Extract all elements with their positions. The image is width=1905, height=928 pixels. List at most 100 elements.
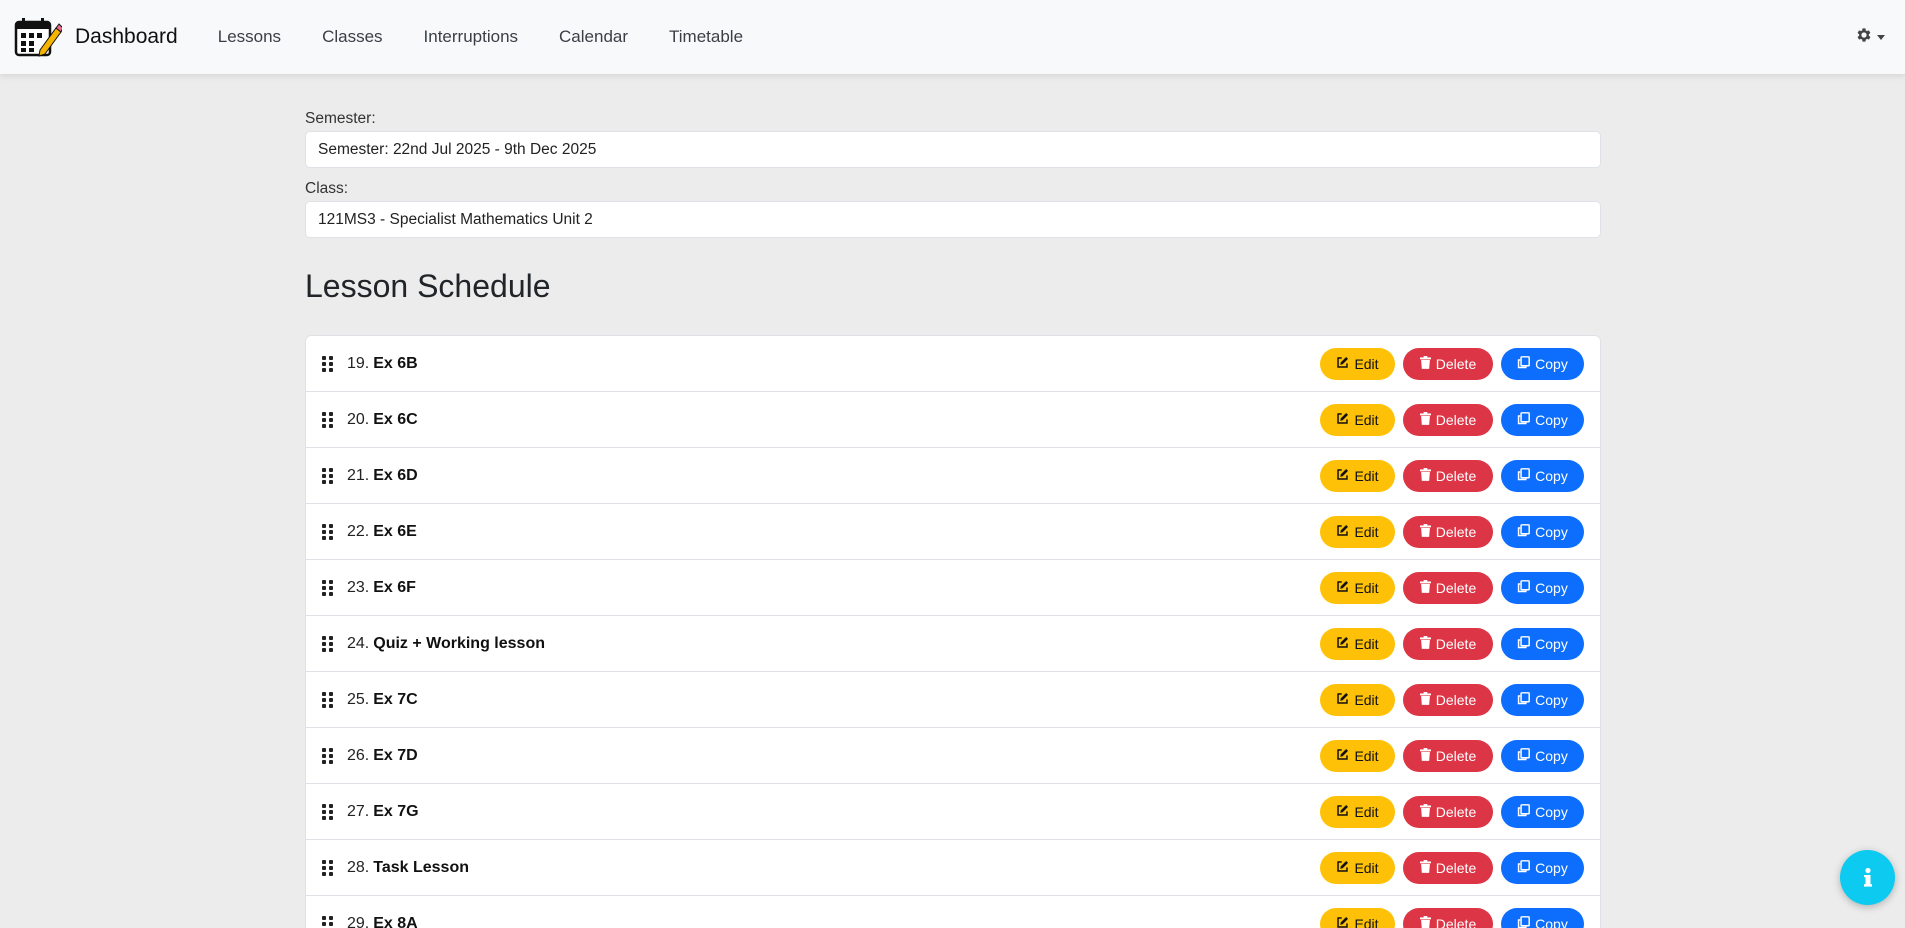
lesson-actions: Edit Delete Copy xyxy=(1312,572,1584,604)
class-select[interactable]: 121MS3 - Specialist Mathematics Unit 2 xyxy=(305,201,1601,238)
edit-button[interactable]: Edit xyxy=(1320,516,1395,548)
copy-label: Copy xyxy=(1535,748,1568,764)
lesson-number: 24. xyxy=(347,634,370,652)
lesson-row[interactable]: 22. Ex 6E Edit Delete Copy xyxy=(306,504,1600,560)
lesson-row[interactable]: 20. Ex 6C Edit Delete Copy xyxy=(306,392,1600,448)
edit-button[interactable]: Edit xyxy=(1320,348,1395,380)
edit-button[interactable]: Edit xyxy=(1320,796,1395,828)
copy-button[interactable]: Copy xyxy=(1501,628,1584,660)
lesson-name: Ex 6D xyxy=(373,466,418,484)
nav-lessons[interactable]: Lessons xyxy=(218,27,281,47)
lesson-name: Ex 6C xyxy=(373,410,418,428)
pencil-square-icon xyxy=(1336,468,1349,484)
lesson-row[interactable]: 26. Ex 7D Edit Delete Copy xyxy=(306,728,1600,784)
lesson-row[interactable]: 28. Task Lesson Edit Delete Copy xyxy=(306,840,1600,896)
delete-button[interactable]: Delete xyxy=(1403,908,1493,928)
edit-button[interactable]: Edit xyxy=(1320,852,1395,884)
edit-button[interactable]: Edit xyxy=(1320,404,1395,436)
trash-icon xyxy=(1419,412,1431,428)
gear-icon xyxy=(1855,26,1873,49)
settings-dropdown[interactable] xyxy=(1855,26,1885,49)
lesson-row[interactable]: 19. Ex 6B Edit Delete Copy xyxy=(306,336,1600,392)
drag-handle-icon[interactable] xyxy=(322,691,333,708)
semester-label: Semester: xyxy=(305,110,376,127)
copy-button[interactable]: Copy xyxy=(1501,740,1584,772)
drag-handle-icon[interactable] xyxy=(322,467,333,484)
delete-button[interactable]: Delete xyxy=(1403,628,1493,660)
lesson-number: 29. xyxy=(347,914,370,928)
drag-handle-icon[interactable] xyxy=(322,803,333,820)
lesson-actions: Edit Delete Copy xyxy=(1312,460,1584,492)
pencil-square-icon xyxy=(1336,524,1349,540)
copy-button[interactable]: Copy xyxy=(1501,908,1584,928)
delete-button[interactable]: Delete xyxy=(1403,740,1493,772)
copy-button[interactable]: Copy xyxy=(1501,796,1584,828)
drag-handle-icon[interactable] xyxy=(322,579,333,596)
delete-label: Delete xyxy=(1435,356,1477,372)
drag-handle-icon[interactable] xyxy=(322,747,333,764)
copy-button[interactable]: Copy xyxy=(1501,572,1584,604)
nav-interruptions[interactable]: Interruptions xyxy=(424,27,519,47)
drag-handle-icon[interactable] xyxy=(322,411,333,428)
lesson-actions: Edit Delete Copy xyxy=(1312,796,1584,828)
lesson-row[interactable]: 25. Ex 7C Edit Delete Copy xyxy=(306,672,1600,728)
lesson-row[interactable]: 21. Ex 6D Edit Delete Copy xyxy=(306,448,1600,504)
lesson-number: 22. xyxy=(347,522,370,540)
trash-icon xyxy=(1419,692,1431,708)
lesson-number: 21. xyxy=(347,466,370,484)
copy-button[interactable]: Copy xyxy=(1501,404,1584,436)
delete-label: Delete xyxy=(1435,580,1477,596)
nav-calendar[interactable]: Calendar xyxy=(559,27,628,47)
lesson-number: 27. xyxy=(347,802,370,820)
copy-button[interactable]: Copy xyxy=(1501,460,1584,492)
lesson-name: Ex 7C xyxy=(373,690,418,708)
nav-timetable[interactable]: Timetable xyxy=(669,27,743,47)
edit-button[interactable]: Edit xyxy=(1320,908,1395,928)
delete-button[interactable]: Delete xyxy=(1403,572,1493,604)
delete-button[interactable]: Delete xyxy=(1403,404,1493,436)
delete-button[interactable]: Delete xyxy=(1403,796,1493,828)
edit-label: Edit xyxy=(1354,748,1379,764)
copy-label: Copy xyxy=(1535,580,1568,596)
copy-icon xyxy=(1517,804,1531,820)
drag-handle-icon[interactable] xyxy=(322,355,333,372)
delete-button[interactable]: Delete xyxy=(1403,516,1493,548)
edit-label: Edit xyxy=(1354,412,1379,428)
copy-button[interactable]: Copy xyxy=(1501,684,1584,716)
lesson-row[interactable]: 27. Ex 7G Edit Delete Copy xyxy=(306,784,1600,840)
brand[interactable]: Dashboard xyxy=(14,0,178,74)
delete-button[interactable]: Delete xyxy=(1403,684,1493,716)
copy-button[interactable]: Copy xyxy=(1501,516,1584,548)
lesson-actions: Edit Delete Copy xyxy=(1312,348,1584,380)
drag-handle-icon[interactable] xyxy=(322,915,333,928)
edit-label: Edit xyxy=(1354,916,1379,928)
edit-label: Edit xyxy=(1354,804,1379,820)
copy-button[interactable]: Copy xyxy=(1501,348,1584,380)
nav-classes[interactable]: Classes xyxy=(322,27,382,47)
edit-button[interactable]: Edit xyxy=(1320,684,1395,716)
lesson-row[interactable]: 24. Quiz + Working lesson Edit Delete Co… xyxy=(306,616,1600,672)
lesson-row[interactable]: 23. Ex 6F Edit Delete Copy xyxy=(306,560,1600,616)
drag-handle-icon[interactable] xyxy=(322,859,333,876)
edit-button[interactable]: Edit xyxy=(1320,628,1395,660)
drag-handle-icon[interactable] xyxy=(322,523,333,540)
nav-links: Lessons Classes Interruptions Calendar T… xyxy=(218,27,784,47)
drag-handle-icon[interactable] xyxy=(322,635,333,652)
lesson-row[interactable]: 29. Ex 8A Edit Delete Copy xyxy=(306,896,1600,928)
delete-button[interactable]: Delete xyxy=(1403,852,1493,884)
copy-button[interactable]: Copy xyxy=(1501,852,1584,884)
pencil-square-icon xyxy=(1336,636,1349,652)
copy-icon xyxy=(1517,636,1531,652)
edit-button[interactable]: Edit xyxy=(1320,572,1395,604)
lesson-number: 28. xyxy=(347,858,370,876)
edit-button[interactable]: Edit xyxy=(1320,740,1395,772)
delete-button[interactable]: Delete xyxy=(1403,348,1493,380)
trash-icon xyxy=(1419,860,1431,876)
delete-label: Delete xyxy=(1435,636,1477,652)
info-button[interactable] xyxy=(1840,850,1895,905)
copy-label: Copy xyxy=(1535,412,1568,428)
copy-label: Copy xyxy=(1535,524,1568,540)
edit-button[interactable]: Edit xyxy=(1320,460,1395,492)
delete-button[interactable]: Delete xyxy=(1403,460,1493,492)
semester-select[interactable]: Semester: 22nd Jul 2025 - 9th Dec 2025 xyxy=(305,131,1601,168)
